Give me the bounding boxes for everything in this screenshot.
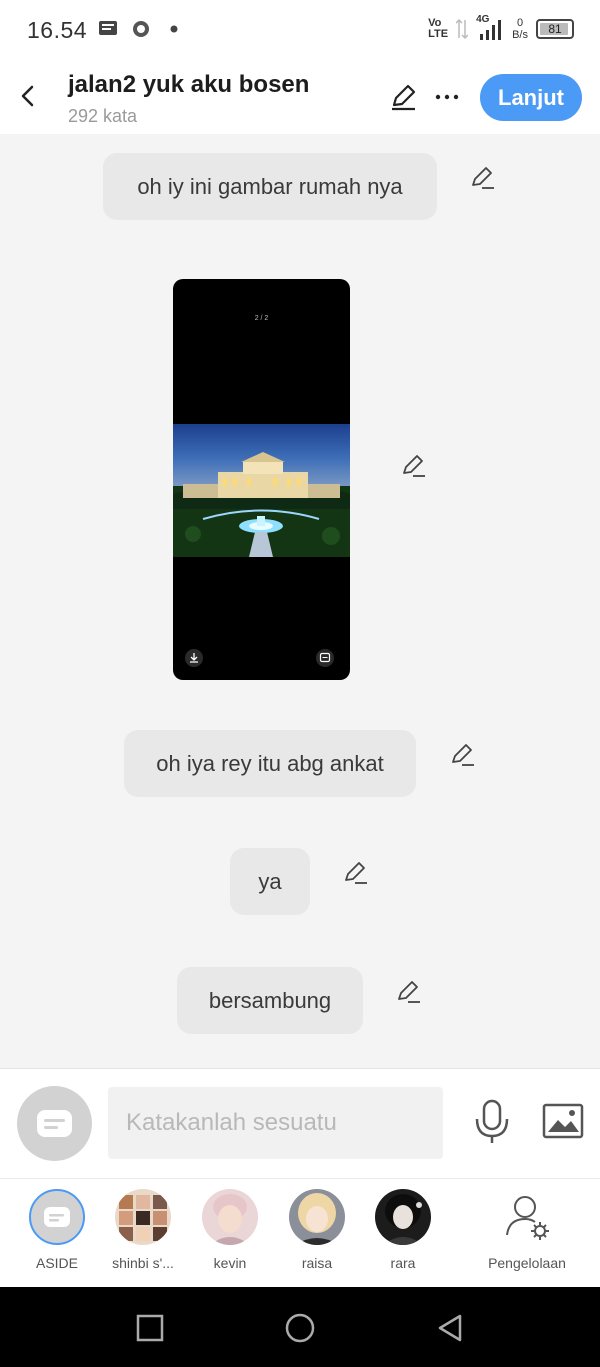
continue-button[interactable]: Lanjut [480, 74, 582, 121]
message-icon [99, 21, 117, 35]
photo-counter: 2 / 2 [254, 315, 269, 322]
word-count: 292 kata [68, 106, 138, 126]
character-rara[interactable]: rara [358, 1189, 448, 1271]
avatar [375, 1189, 431, 1245]
manage-characters-button[interactable]: Pengelolaan [482, 1189, 572, 1271]
edit-message-icon[interactable] [399, 452, 427, 480]
avatar [115, 1189, 171, 1245]
download-icon[interactable] [185, 649, 203, 667]
character-aside[interactable]: ASIDE [12, 1189, 102, 1271]
chat-photo[interactable]: 2 / 2 [173, 279, 350, 680]
image-upload-icon[interactable] [542, 1103, 584, 1139]
message-bubble[interactable]: bersambung [177, 967, 363, 1034]
battery-icon: 81 [536, 19, 574, 39]
comment-icon[interactable] [316, 649, 334, 667]
aside-icon [37, 1110, 72, 1137]
status-time: 16.54 [27, 17, 88, 43]
manage-icon [499, 1189, 555, 1245]
message-bubble[interactable]: ya [230, 848, 310, 915]
whatsapp-icon [133, 21, 149, 37]
status-bar: 16.54 Vo LTE 4G 0 B/s 81 [0, 0, 600, 62]
message-input[interactable] [108, 1087, 443, 1159]
net-speed: 0 B/s [512, 17, 528, 41]
data-arrows-icon [456, 18, 469, 40]
more-options-icon[interactable] [434, 82, 460, 112]
mansion-photo [173, 424, 350, 557]
volte-icon: Vo LTE [428, 17, 449, 40]
character-raisa[interactable]: raisa [272, 1189, 362, 1271]
character-bar: ASIDE shinbi s'... kevin raisa rara Peng… [0, 1178, 600, 1287]
back-nav-icon[interactable] [434, 1312, 466, 1344]
aside-avatar [29, 1189, 85, 1245]
edit-message-icon[interactable] [448, 741, 476, 769]
character-shinbi[interactable]: shinbi s'... [98, 1189, 188, 1271]
home-icon[interactable] [284, 1312, 316, 1344]
avatar [289, 1189, 345, 1245]
edit-message-icon[interactable] [468, 164, 496, 192]
header: jalan2 yuk aku bosen 292 kata Lanjut [0, 62, 600, 134]
microphone-icon[interactable] [472, 1099, 512, 1145]
edit-title-icon[interactable] [388, 82, 418, 112]
dot-icon [170, 25, 178, 33]
back-icon[interactable] [14, 82, 42, 110]
signal-icon: 4G [476, 14, 504, 42]
recent-apps-icon[interactable] [134, 1312, 166, 1344]
message-bubble[interactable]: oh iya rey itu abg ankat [124, 730, 416, 797]
avatar [202, 1189, 258, 1245]
character-kevin[interactable]: kevin [185, 1189, 275, 1271]
edit-message-icon[interactable] [394, 978, 422, 1006]
story-title: jalan2 yuk aku bosen [68, 71, 310, 98]
input-area [0, 1068, 600, 1178]
system-nav-bar [0, 1287, 600, 1367]
aside-toggle-button[interactable] [17, 1086, 92, 1161]
message-bubble[interactable]: oh iy ini gambar rumah nya [103, 153, 437, 220]
edit-message-icon[interactable] [341, 859, 369, 887]
